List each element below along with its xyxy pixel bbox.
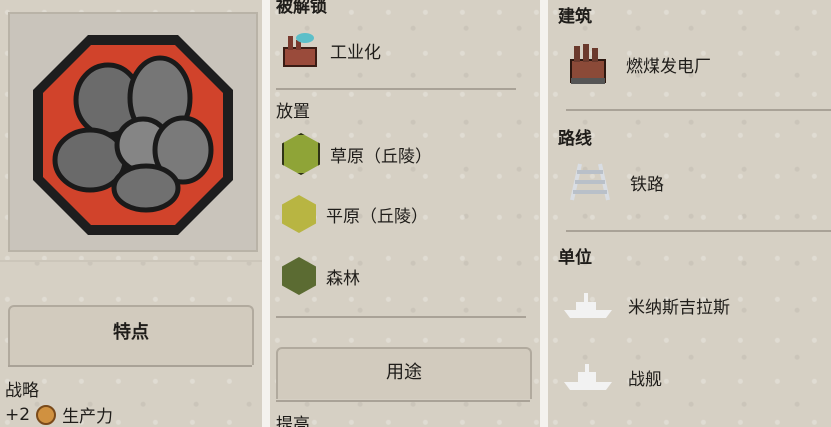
production-bonus-value: +2 <box>5 404 31 425</box>
factory-icon <box>283 33 317 67</box>
coal-resource-icon <box>33 35 233 235</box>
production-bonus: +2 生产力 <box>5 402 113 427</box>
uses-panel: 建筑 燃煤发电厂 路线 铁路 单位 米纳斯吉拉斯 战舰 <box>548 0 831 427</box>
unlock-placement-panel: 被解锁 工业化 放置 草原（丘陵） 平原（丘陵） 森林 用途 提高 <box>270 0 540 427</box>
building-label: 燃煤发电厂 <box>626 56 711 77</box>
dreadnought-ship-icon <box>564 293 612 318</box>
units-header: 单位 <box>558 248 592 268</box>
placement-header: 放置 <box>276 102 310 122</box>
production-icon <box>36 404 57 425</box>
plains-hex-icon <box>282 195 316 233</box>
unit-label: 战舰 <box>628 369 662 390</box>
unit-label: 米纳斯吉拉斯 <box>628 297 730 318</box>
placement-label: 森林 <box>326 268 360 289</box>
unlocked-by-header: 被解锁 <box>276 0 327 17</box>
features-title-text: 特点 <box>113 322 149 343</box>
features-section-title: 特点 <box>8 305 254 365</box>
building-coal-power-plant[interactable]: 燃煤发电厂 <box>568 42 711 86</box>
unit-minas-geraes[interactable]: 米纳斯吉拉斯 <box>562 290 730 320</box>
uses-button-label: 用途 <box>386 362 422 383</box>
power-plant-icon <box>570 44 606 84</box>
unit-battleship[interactable]: 战舰 <box>562 362 662 392</box>
placement-grassland-hills[interactable]: 草原（丘陵） <box>282 133 432 175</box>
railroad-icon <box>570 163 610 201</box>
strategic-label: 战略 <box>5 381 39 401</box>
production-label: 生产力 <box>62 407 114 427</box>
battleship-icon <box>564 364 612 390</box>
unlocked-by-industrialization[interactable]: 工业化 <box>280 30 381 70</box>
grassland-hex-icon <box>282 133 320 175</box>
placement-label: 草原（丘陵） <box>330 146 432 167</box>
unlocked-item-label: 工业化 <box>330 42 381 63</box>
routes-header: 路线 <box>558 129 592 149</box>
buildings-header: 建筑 <box>558 7 592 27</box>
forest-hex-icon <box>282 257 316 295</box>
improvement-header: 提高 <box>276 415 310 427</box>
route-label: 铁路 <box>630 174 664 195</box>
placement-label: 平原（丘陵） <box>326 206 428 227</box>
route-railroad[interactable]: 铁路 <box>568 162 664 202</box>
resource-portrait <box>8 12 258 252</box>
uses-section-button[interactable]: 用途 <box>276 347 532 399</box>
resource-detail-panel: 特点 战略 +2 生产力 <box>0 0 262 427</box>
placement-forest[interactable]: 森林 <box>282 257 360 295</box>
placement-plains-hills[interactable]: 平原（丘陵） <box>282 195 428 233</box>
